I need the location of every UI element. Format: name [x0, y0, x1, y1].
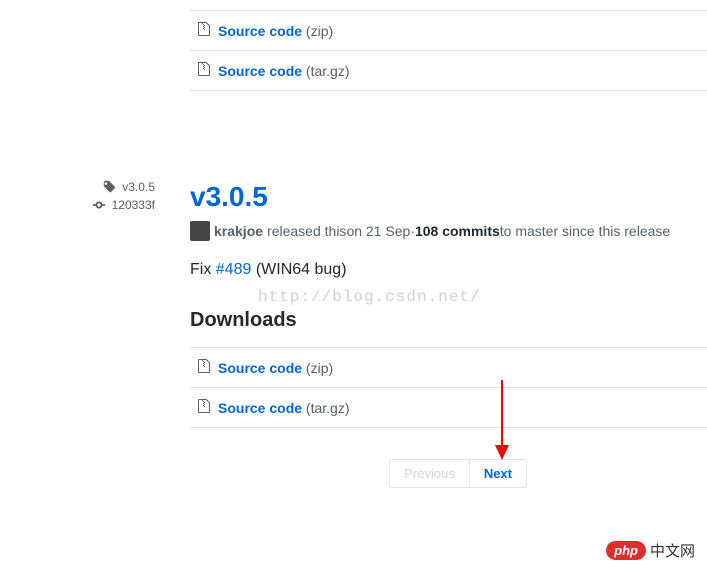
- release-tag-label: v3.0.5: [122, 180, 155, 194]
- download-list: Source code (zip) Source code (tar.gz): [190, 347, 707, 428]
- top-download-list: Source code (zip) Source code (tar.gz): [190, 10, 707, 91]
- download-link[interactable]: Source code (zip): [218, 360, 333, 376]
- release-commit[interactable]: 120333f: [0, 198, 155, 212]
- site-logo-text: 中文网: [650, 540, 695, 561]
- release-meta: krakjoe released this on 21 Sep · 108 co…: [190, 221, 707, 241]
- download-item[interactable]: Source code (tar.gz): [190, 51, 707, 91]
- release-sidebar: v3.0.5 120333f: [0, 10, 170, 438]
- release-commit-label: 120333f: [112, 198, 155, 212]
- zip-icon: [198, 398, 210, 417]
- release-body: Fix #489 (WIN64 bug): [190, 261, 707, 279]
- download-item[interactable]: Source code (zip): [190, 348, 707, 388]
- zip-icon: [198, 21, 210, 40]
- commits-link[interactable]: 108 commits: [415, 223, 500, 239]
- release-title[interactable]: v3.0.5: [190, 181, 707, 213]
- previous-button: Previous: [389, 459, 470, 488]
- issue-link[interactable]: #489: [216, 261, 252, 278]
- release-author[interactable]: krakjoe: [214, 223, 263, 239]
- download-link[interactable]: Source code (zip): [218, 23, 333, 39]
- release-date: on 21 Sep: [346, 223, 410, 239]
- avatar[interactable]: [190, 221, 210, 241]
- download-item[interactable]: Source code (zip): [190, 11, 707, 51]
- site-logo[interactable]: php 中文网: [606, 540, 695, 561]
- pagination: Previous Next: [389, 459, 527, 488]
- download-link[interactable]: Source code (tar.gz): [218, 400, 350, 416]
- tag-icon: [102, 180, 116, 194]
- download-item[interactable]: Source code (tar.gz): [190, 388, 707, 428]
- php-pill-icon: php: [606, 541, 646, 560]
- release-tag[interactable]: v3.0.5: [0, 180, 155, 194]
- download-link[interactable]: Source code (tar.gz): [218, 63, 350, 79]
- zip-icon: [198, 358, 210, 377]
- commit-icon: [92, 198, 106, 212]
- zip-icon: [198, 61, 210, 80]
- next-button[interactable]: Next: [470, 459, 527, 488]
- downloads-heading: Downloads: [190, 309, 707, 332]
